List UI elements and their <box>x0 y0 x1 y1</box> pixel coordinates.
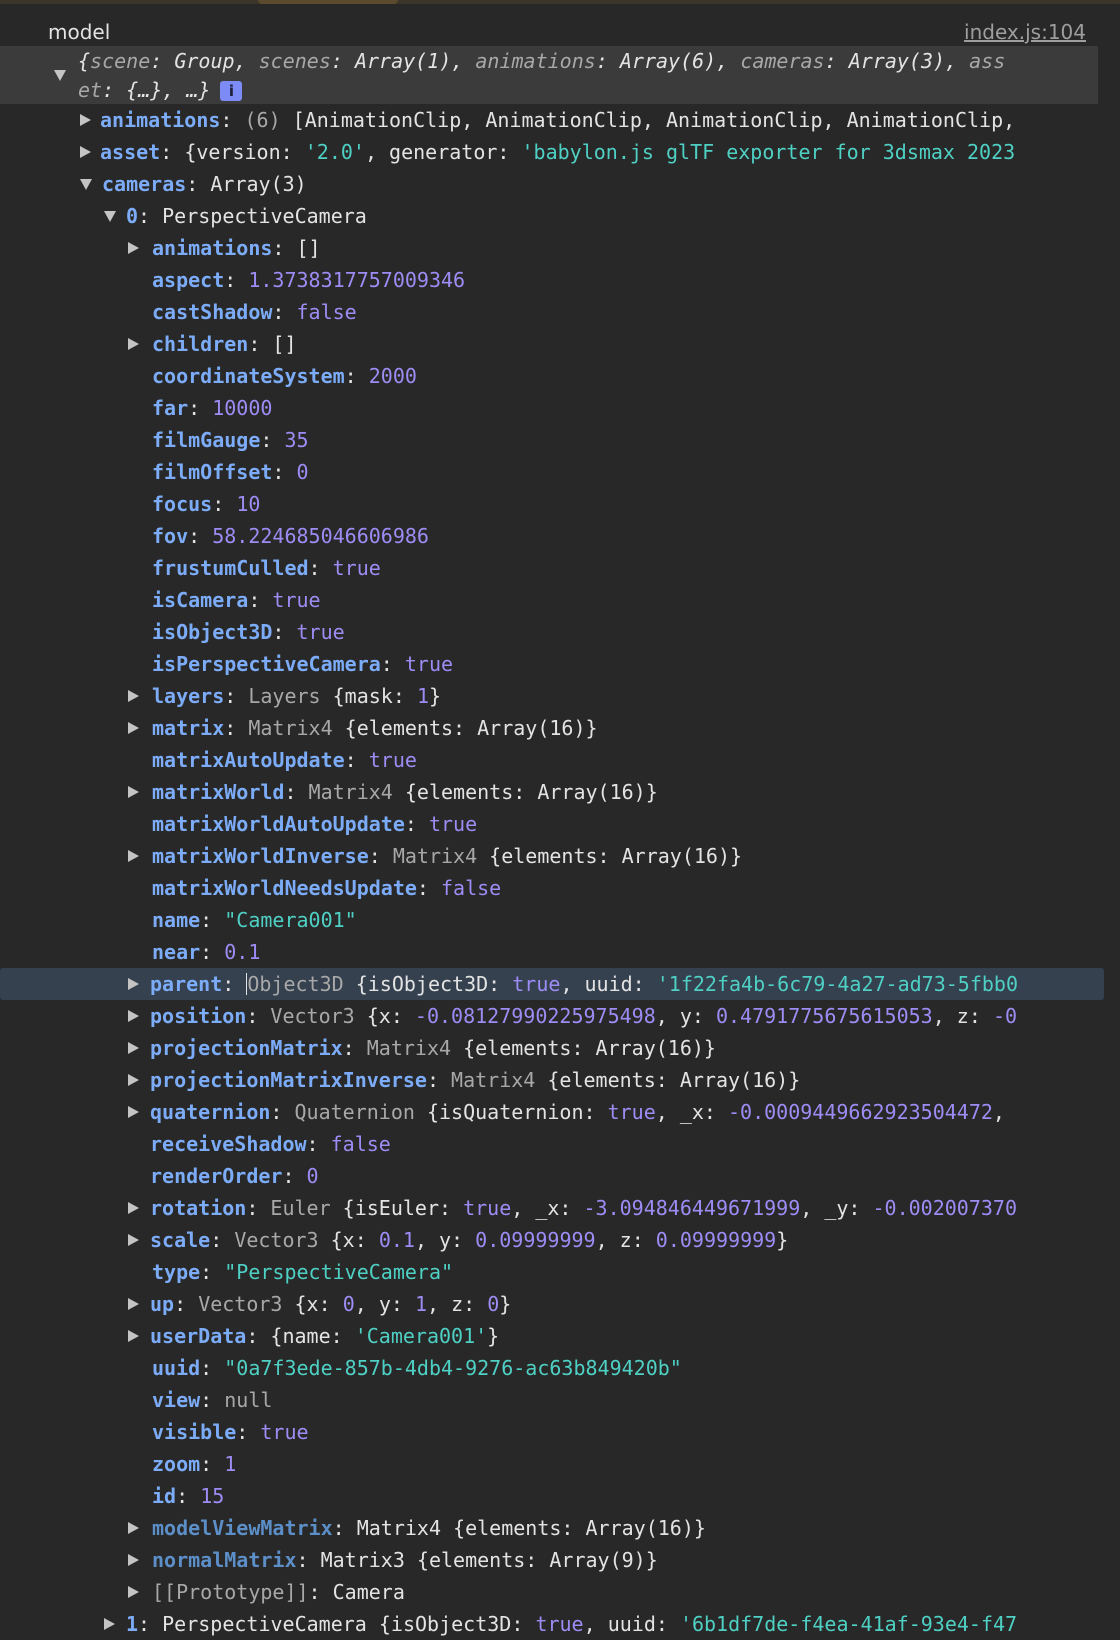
tree-row-near: near: 0.1 <box>152 940 261 964</box>
tree-row-castShadow: castShadow: false <box>152 300 357 324</box>
collapsed-triangle-icon[interactable] <box>128 1586 139 1598</box>
collapsed-triangle-icon[interactable] <box>128 1234 139 1246</box>
tree-row-isObject3D: isObject3D: true <box>152 620 345 644</box>
tree-row-asset[interactable]: asset: {version: '2.0', generator: 'baby… <box>0 136 1100 168</box>
tree-row-matrixWorldNeedsUpdate: matrixWorldNeedsUpdate: false <box>152 876 502 900</box>
tree-row-isPerspectiveCamera: isPerspectiveCamera: true <box>152 652 454 676</box>
collapsed-triangle-icon[interactable] <box>128 1522 139 1534</box>
tree-row-receiveShadow: receiveShadow: false <box>150 1132 391 1156</box>
collapsed-triangle-icon[interactable] <box>128 1298 139 1310</box>
tree-row-matrixWorld[interactable]: matrixWorld: Matrix4 {elements: Array(16… <box>0 776 1100 808</box>
summary-line-1: {scene: Group, scenes: Array(1), animati… <box>78 49 1006 73</box>
tree-row-matrix[interactable]: matrix: Matrix4 {elements: Array(16)} <box>0 712 1100 744</box>
object-summary[interactable]: {scene: Group, scenes: Array(1), animati… <box>0 46 1098 104</box>
collapsed-triangle-icon[interactable] <box>128 1074 139 1086</box>
info-icon[interactable]: i <box>220 81 243 101</box>
tree-row-position[interactable]: position: Vector3 {x: -0.081279902259754… <box>0 1000 1100 1032</box>
collapsed-triangle-icon[interactable] <box>128 786 139 798</box>
collapsed-triangle-icon[interactable] <box>80 114 91 126</box>
tree-row-camera-0[interactable]: 0: PerspectiveCamera <box>0 200 1100 232</box>
collapsed-triangle-icon[interactable] <box>128 978 139 990</box>
collapsed-triangle-icon[interactable] <box>80 146 91 158</box>
collapsed-triangle-icon[interactable] <box>128 850 139 862</box>
expand-triangle-icon[interactable] <box>54 70 66 81</box>
tree-row-animations-empty[interactable]: animations: [] <box>0 232 1100 264</box>
console-log-label: model <box>48 20 111 44</box>
tree-row-isCamera: isCamera: true <box>152 588 321 612</box>
collapsed-triangle-icon[interactable] <box>128 1042 139 1054</box>
tree-row-fov: fov: 58.224685046606986 <box>152 524 429 548</box>
tree-row-parent[interactable]: parent: Object3D {isObject3D: true, uuid… <box>0 968 1104 1000</box>
collapsed-triangle-icon[interactable] <box>128 1202 139 1214</box>
expanded-triangle-icon[interactable] <box>104 211 116 222</box>
collapsed-triangle-icon[interactable] <box>128 1010 139 1022</box>
collapsed-triangle-icon[interactable] <box>128 242 139 254</box>
collapsed-triangle-icon[interactable] <box>128 722 139 734</box>
tree-row-renderOrder: renderOrder: 0 <box>150 1164 319 1188</box>
tree-row-modelViewMatrix[interactable]: modelViewMatrix: Matrix4 {elements: Arra… <box>0 1512 1100 1544</box>
tree-row-quaternion[interactable]: quaternion: Quaternion {isQuaternion: tr… <box>0 1096 1100 1128</box>
tree-row-children[interactable]: children: [] <box>0 328 1100 360</box>
tree-row-projectionMatrixInverse[interactable]: projectionMatrixInverse: Matrix4 {elemen… <box>0 1064 1100 1096</box>
tree-row-view: view: null <box>152 1388 273 1412</box>
tree-row-up[interactable]: up: Vector3 {x: 0, y: 1, z: 0} <box>0 1288 1100 1320</box>
collapsed-triangle-icon[interactable] <box>128 338 139 350</box>
tree-row-name: name: "Camera001" <box>152 908 357 932</box>
tree-row-coordinateSystem: coordinateSystem: 2000 <box>152 364 417 388</box>
tree-row-focus: focus: 10 <box>152 492 261 516</box>
tree-row-aspect: aspect: 1.3738317757009346 <box>152 268 466 292</box>
tree-row-scale[interactable]: scale: Vector3 {x: 0.1, y: 0.09999999, z… <box>0 1224 1100 1256</box>
tree-row-userData[interactable]: userData: {name: 'Camera001'} <box>0 1320 1100 1352</box>
summary-line-2: et: {…}, …} i <box>78 76 243 104</box>
collapsed-triangle-icon[interactable] <box>128 1554 139 1566</box>
tree-row-filmOffset: filmOffset: 0 <box>152 460 309 484</box>
tree-row-camera-1[interactable]: 1: PerspectiveCamera {isObject3D: true, … <box>0 1608 1100 1640</box>
collapsed-triangle-icon[interactable] <box>128 690 139 702</box>
tree-row-far: far: 10000 <box>152 396 273 420</box>
tree-row-frustumCulled: frustumCulled: true <box>152 556 381 580</box>
tree-row-matrixAutoUpdate: matrixAutoUpdate: true <box>152 748 417 772</box>
tree-row-filmGauge: filmGauge: 35 <box>152 428 309 452</box>
tree-row-zoom: zoom: 1 <box>152 1452 237 1476</box>
collapsed-triangle-icon[interactable] <box>128 1330 139 1342</box>
tree-row-id: id: 15 <box>152 1484 225 1508</box>
tree-row-rotation[interactable]: rotation: Euler {isEuler: true, _x: -3.0… <box>0 1192 1100 1224</box>
tree-row-matrixWorldInverse[interactable]: matrixWorldInverse: Matrix4 {elements: A… <box>0 840 1100 872</box>
source-link[interactable]: index.js:104 <box>964 18 1086 46</box>
top-border <box>0 0 1120 4</box>
expanded-triangle-icon[interactable] <box>80 179 92 190</box>
tree-row-projectionMatrix[interactable]: projectionMatrix: Matrix4 {elements: Arr… <box>0 1032 1100 1064</box>
tree-row-layers[interactable]: layers: Layers {mask: 1} <box>0 680 1100 712</box>
tree-row-visible: visible: true <box>152 1420 309 1444</box>
tree-row-cameras[interactable]: cameras: Array(3) <box>0 168 1100 200</box>
tree-row-matrixWorldAutoUpdate: matrixWorldAutoUpdate: true <box>152 812 478 836</box>
tree-row-uuid: uuid: "0a7f3ede-857b-4db4-9276-ac63b8494… <box>152 1356 682 1380</box>
tree-row-type: type: "PerspectiveCamera" <box>152 1260 454 1284</box>
collapsed-triangle-icon[interactable] <box>128 1106 139 1118</box>
tree-row-normalMatrix[interactable]: normalMatrix: Matrix3 {elements: Array(9… <box>0 1544 1100 1576</box>
tree-row-animations[interactable]: animations: (6) [AnimationClip, Animatio… <box>0 104 1100 136</box>
collapsed-triangle-icon[interactable] <box>104 1618 115 1630</box>
tree-row-prototype[interactable]: [[Prototype]]: Camera <box>0 1576 1100 1608</box>
